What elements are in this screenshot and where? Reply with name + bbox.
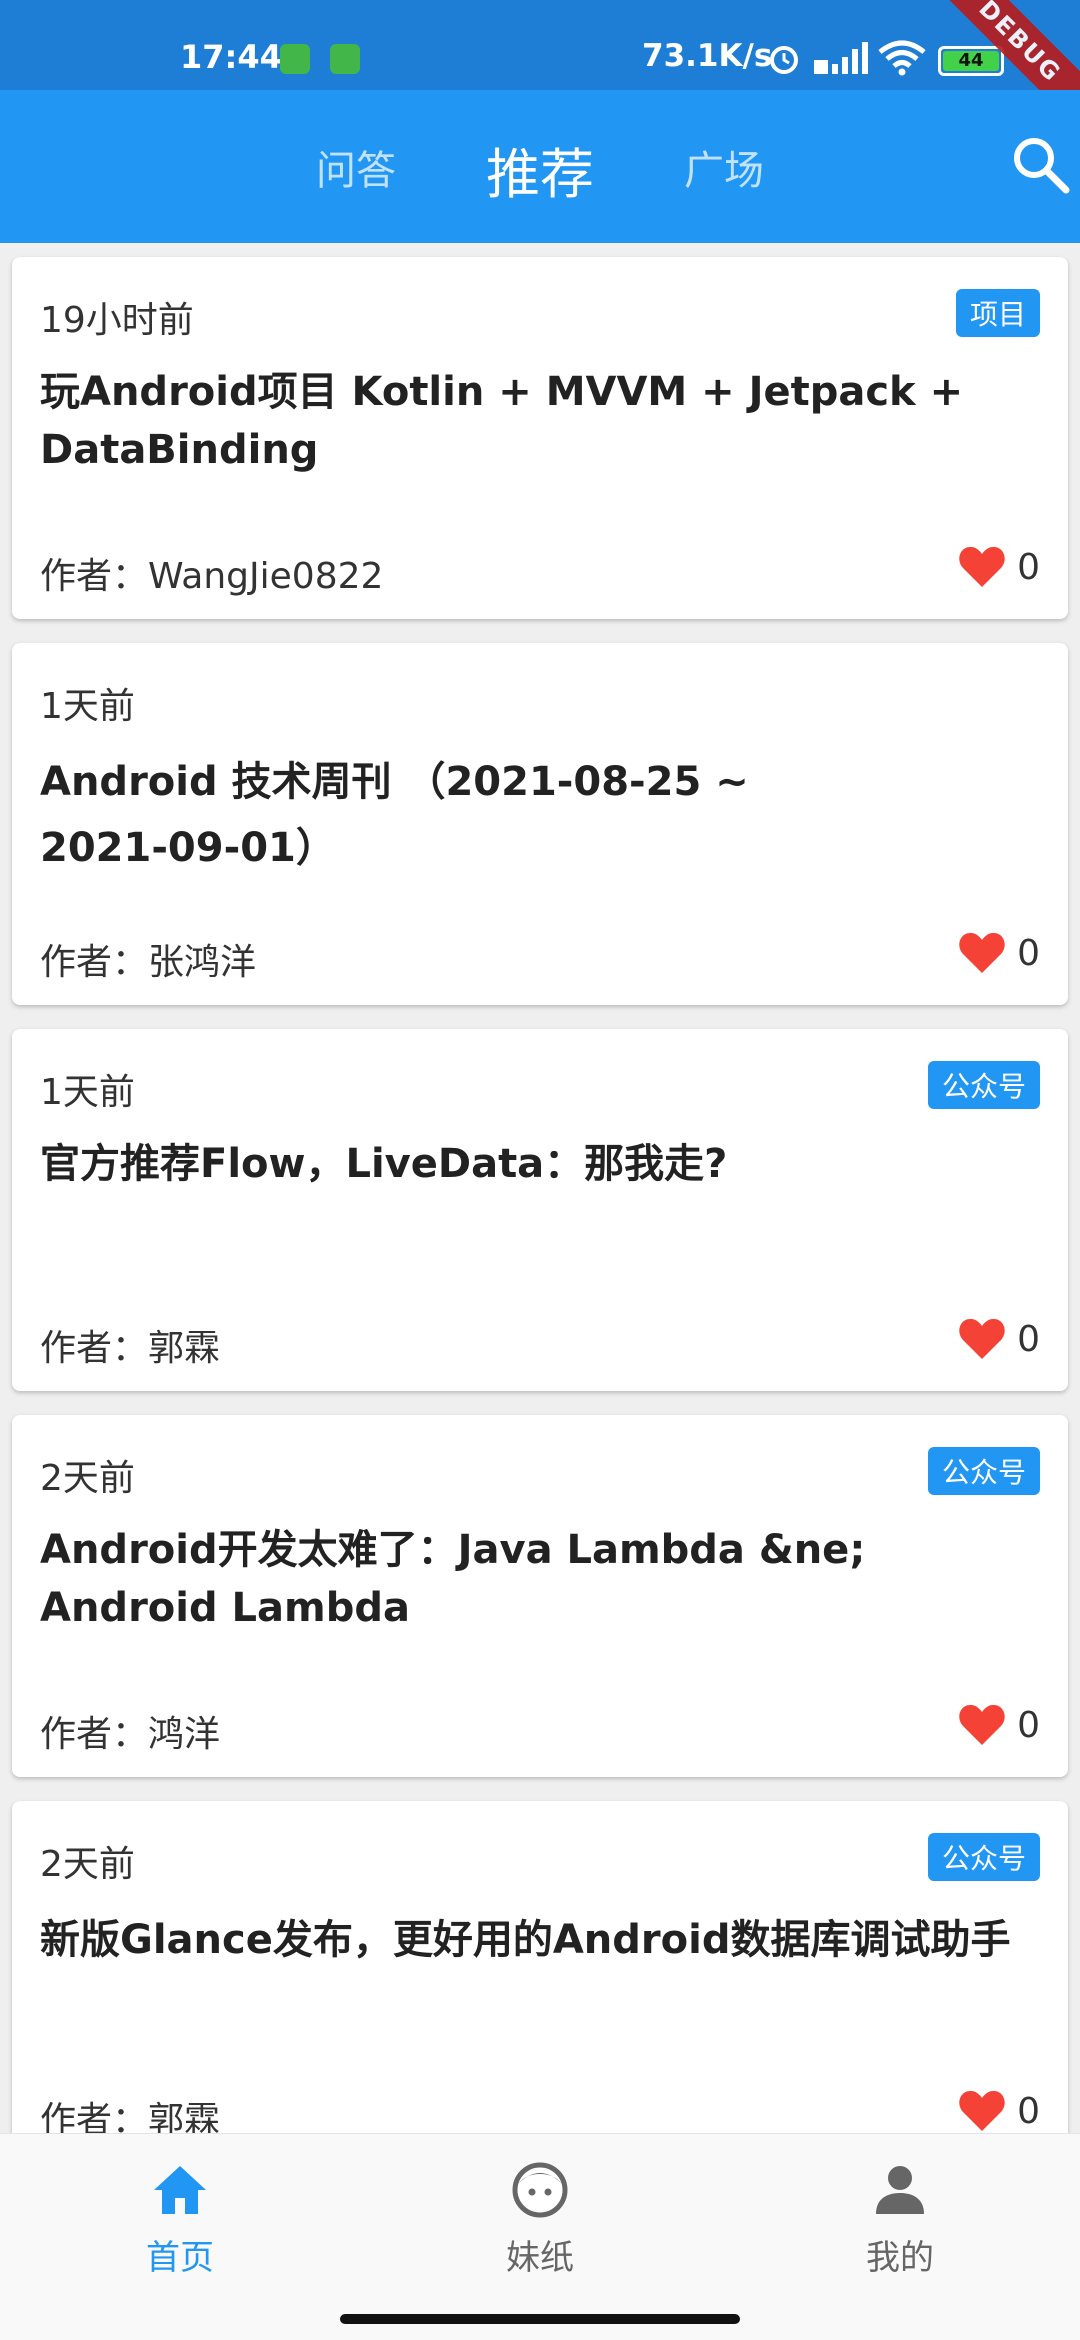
article-author: 作者：郭霖: [40, 1328, 221, 1369]
article-author: 作者：张鸿洋: [40, 942, 257, 983]
article-title[interactable]: 新版Glance发布，更好用的Android数据库调试助手: [40, 1907, 1030, 1973]
article-author: 作者：WangJie0822: [40, 556, 384, 597]
nav-item-home[interactable]: 首页: [0, 2134, 360, 2284]
bottom-navigation: 首页 妹纸 我的: [0, 2133, 1080, 2340]
battery-icon: 44: [938, 46, 1004, 76]
alarm-icon: [770, 46, 798, 74]
tab-square[interactable]: 广场: [684, 138, 764, 196]
like-count: 0: [1017, 1705, 1040, 1746]
article-time: 2天前: [40, 1844, 135, 1885]
article-card[interactable]: 19小时前 项目 玩Android项目 Kotlin + MVVM + Jetp…: [12, 257, 1068, 619]
battery-level: 44: [943, 51, 999, 71]
wifi-icon: [878, 40, 926, 76]
nav-item-label: 我的: [866, 2238, 934, 2278]
network-speed: 73.1K/s: [642, 38, 773, 74]
article-time: 1天前: [40, 1072, 135, 1113]
heart-icon[interactable]: [958, 2089, 1006, 2133]
search-icon[interactable]: [1008, 132, 1072, 196]
person-icon: [876, 2166, 924, 2214]
status-time: 17:44: [180, 38, 282, 76]
article-list[interactable]: 19小时前 项目 玩Android项目 Kotlin + MVVM + Jetp…: [0, 243, 1080, 2133]
article-card[interactable]: 2天前 公众号 Android开发太难了：Java Lambda &ne; An…: [12, 1415, 1068, 1777]
article-author: 作者：鸿洋: [40, 1714, 221, 1755]
nav-item-girls[interactable]: 妹纸: [360, 2134, 720, 2284]
notification-app-icon: [280, 44, 310, 74]
article-time: 19小时前: [40, 300, 194, 341]
article-time: 1天前: [40, 686, 135, 727]
article-title[interactable]: 玩Android项目 Kotlin + MVVM + Jetpack + Dat…: [40, 363, 1030, 479]
heart-icon[interactable]: [958, 1703, 1006, 1747]
article-title[interactable]: Android开发太难了：Java Lambda &ne; Android La…: [40, 1521, 940, 1637]
article-card[interactable]: 1天前 公众号 官方推荐Flow，LiveData：那我走? 作者：郭霖 0: [12, 1029, 1068, 1391]
app-bar: 问答 推荐 广场: [0, 90, 1080, 243]
nav-item-label: 首页: [146, 2238, 214, 2278]
like-count: 0: [1017, 547, 1040, 588]
article-tag: 公众号: [927, 1061, 1040, 1109]
tab-qa[interactable]: 问答: [316, 138, 396, 196]
article-time: 2天前: [40, 1458, 135, 1499]
article-card[interactable]: 2天前 公众号 新版Glance发布，更好用的Android数据库调试助手 作者…: [12, 1801, 1068, 2133]
heart-icon[interactable]: [958, 545, 1006, 589]
heart-icon[interactable]: [958, 931, 1006, 975]
notification-app-icon: [330, 44, 360, 74]
article-tag: 公众号: [927, 1447, 1040, 1495]
home-indicator[interactable]: [340, 2314, 740, 2324]
status-bar: 17:44 73.1K/s 44 DEBUG: [0, 0, 1080, 148]
article-title[interactable]: Android 技术周刊 （2021-08-25 ~ 2021-09-01）: [40, 749, 800, 881]
article-title[interactable]: 官方推荐Flow，LiveData：那我走?: [40, 1135, 1030, 1193]
article-tag: 公众号: [927, 1833, 1040, 1881]
like-count: 0: [1017, 1319, 1040, 1360]
article-author: 作者：郭霖: [40, 2100, 221, 2133]
article-card[interactable]: 1天前 Android 技术周刊 （2021-08-25 ~ 2021-09-0…: [12, 643, 1068, 1005]
nav-item-mine[interactable]: 我的: [720, 2134, 1080, 2284]
signal-icon: [814, 42, 868, 74]
nav-item-label: 妹纸: [506, 2238, 574, 2278]
like-count: 0: [1017, 933, 1040, 974]
article-tag: 项目: [955, 289, 1040, 337]
tab-recommend[interactable]: 推荐: [486, 130, 594, 209]
like-count: 0: [1017, 2091, 1040, 2132]
heart-icon[interactable]: [958, 1317, 1006, 1361]
face-icon: [512, 2162, 568, 2218]
home-icon: [154, 2166, 206, 2214]
